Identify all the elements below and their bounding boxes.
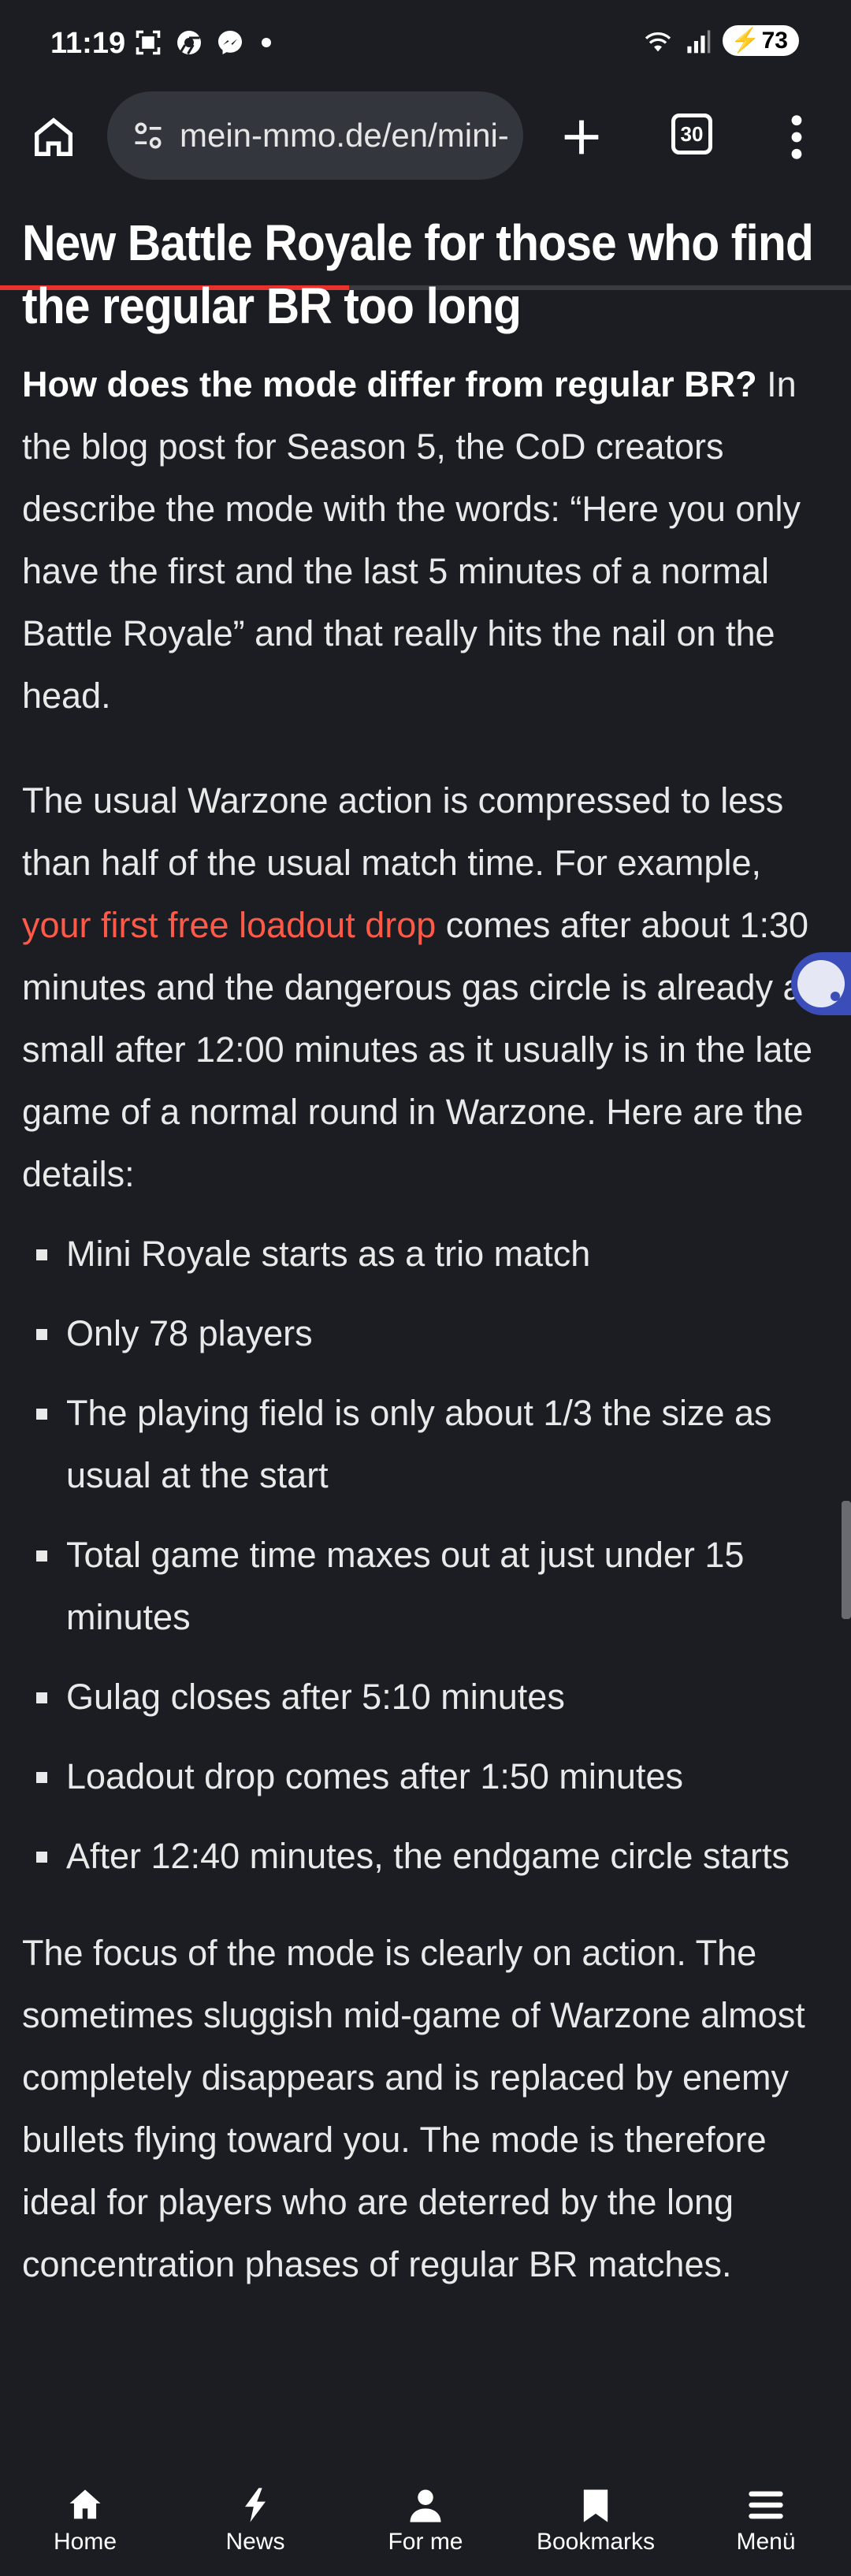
details-list: Mini Royale starts as a trio match Only … [22, 1223, 829, 1887]
paragraph-2: The usual Warzone action is compressed t… [22, 769, 829, 1205]
nav-label: Home [53, 2529, 117, 2555]
home-icon [69, 2489, 101, 2519]
battery-icon: ⚡ 73 [723, 25, 799, 56]
tab-switcher-button[interactable]: 30 [671, 114, 712, 154]
paragraph-1-bold: How does the mode differ from regular BR… [22, 364, 757, 404]
browser-toolbar: mein-mmo.de/en/mini-royale 30 [0, 88, 851, 290]
wifi-icon [645, 32, 671, 51]
nav-label: Menü [736, 2529, 796, 2555]
list-item: The playing field is only about 1/3 the … [22, 1382, 829, 1506]
assistant-eye [831, 992, 840, 1001]
status-notification-icons [134, 28, 271, 57]
url-text[interactable]: mein-mmo.de/en/mini-royale [180, 117, 511, 154]
messenger-icon [218, 31, 242, 54]
assistant-face-icon [797, 960, 845, 1007]
battery-level: 73 [761, 27, 788, 54]
list-item: Mini Royale starts as a trio match [22, 1223, 829, 1285]
status-system-icons: ⚡ 73 [642, 25, 799, 56]
scrollbar[interactable] [842, 1501, 851, 1619]
screenshot-icon [136, 30, 161, 55]
bolt-icon [245, 2488, 266, 2522]
status-bar: 11:19 ⚡ 73 [0, 0, 851, 88]
section-heading: New Battle Royale for those who find the… [22, 214, 814, 334]
list-item: Loadout drop comes after 1:50 minutes [22, 1745, 829, 1807]
bottom-navigation: Home News For me Bookmarks Menü [0, 2466, 851, 2576]
list-item: Gulag closes after 5:10 minutes [22, 1666, 829, 1728]
nav-label: News [225, 2529, 285, 2555]
more-options-icon[interactable] [785, 112, 808, 162]
nav-bookmarks[interactable]: Bookmarks [511, 2466, 681, 2576]
signal-icon [687, 29, 711, 53]
nav-news[interactable]: News [170, 2466, 340, 2576]
loadout-drop-link[interactable]: your first free loadout drop [22, 905, 436, 945]
paragraph-2-text-a: The usual Warzone action is compressed t… [22, 780, 784, 883]
nav-menu[interactable]: Menü [681, 2466, 851, 2576]
list-item: Only 78 players [22, 1302, 829, 1364]
bookmark-icon [583, 2489, 608, 2522]
new-tab-icon[interactable] [556, 112, 607, 162]
nav-label: Bookmarks [536, 2529, 656, 2555]
paragraph-3: The focus of the mode is clearly on acti… [22, 1933, 805, 2284]
site-settings-icon[interactable] [131, 118, 165, 153]
nav-label: For me [388, 2529, 463, 2555]
status-time: 11:19 [50, 27, 126, 60]
hamburger-icon [749, 2491, 783, 2519]
chrome-icon [177, 31, 201, 55]
notification-dot [262, 38, 271, 47]
charging-icon: ⚡ [730, 28, 760, 54]
nav-for-me[interactable]: For me [340, 2466, 511, 2576]
nav-home[interactable]: Home [0, 2466, 170, 2576]
list-item: After 12:40 minutes, the endgame circle … [22, 1825, 829, 1887]
person-icon [410, 2489, 441, 2522]
address-bar[interactable]: mein-mmo.de/en/mini-royale [107, 91, 523, 180]
paragraph-2-text-b: comes after about 1:30 minutes and the d… [22, 905, 821, 1194]
paragraph-1: How does the mode differ from regular BR… [22, 353, 829, 727]
list-item: Total game time maxes out at just under … [22, 1524, 829, 1648]
floating-assistant-button[interactable] [791, 952, 851, 1015]
home-icon[interactable] [28, 112, 79, 162]
article-content: New Battle Royale for those who find the… [22, 211, 829, 2295]
paragraph-1-text: In the blog post for Season 5, the CoD c… [22, 364, 801, 716]
